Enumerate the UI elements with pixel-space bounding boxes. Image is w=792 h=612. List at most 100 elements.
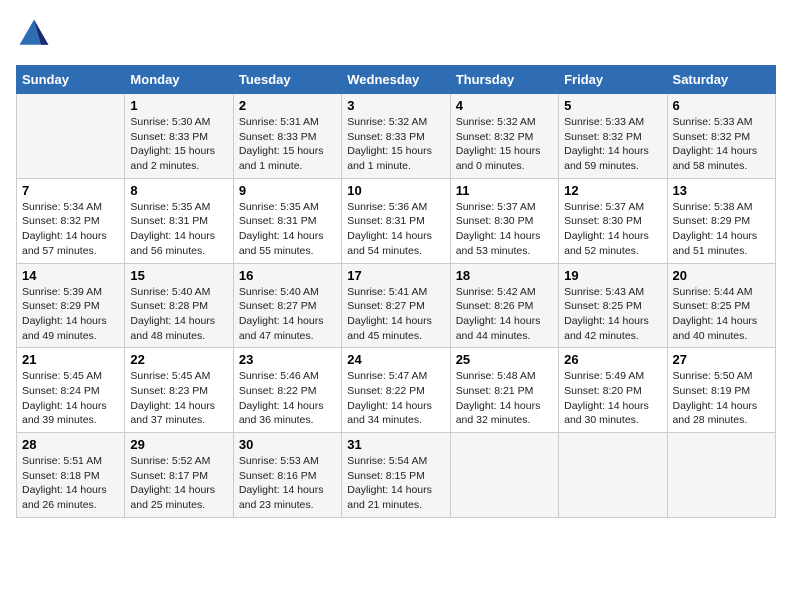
day-number: 23 [239, 352, 336, 367]
day-info: Sunrise: 5:45 AM Sunset: 8:24 PM Dayligh… [22, 369, 119, 428]
day-of-week-header: Saturday [667, 66, 775, 94]
calendar-week-row: 21 Sunrise: 5:45 AM Sunset: 8:24 PM Dayli… [17, 348, 776, 433]
day-number: 14 [22, 268, 119, 283]
day-number: 21 [22, 352, 119, 367]
calendar-cell: 18 Sunrise: 5:42 AM Sunset: 8:26 PM Dayli… [450, 263, 558, 348]
calendar-cell: 8 Sunrise: 5:35 AM Sunset: 8:31 PM Daylig… [125, 178, 233, 263]
calendar-cell: 20 Sunrise: 5:44 AM Sunset: 8:25 PM Dayli… [667, 263, 775, 348]
day-number: 29 [130, 437, 227, 452]
calendar-cell: 25 Sunrise: 5:48 AM Sunset: 8:21 PM Dayli… [450, 348, 558, 433]
calendar-cell [559, 433, 667, 518]
day-number: 6 [673, 98, 770, 113]
day-of-week-header: Monday [125, 66, 233, 94]
day-info: Sunrise: 5:43 AM Sunset: 8:25 PM Dayligh… [564, 285, 661, 344]
calendar-cell: 21 Sunrise: 5:45 AM Sunset: 8:24 PM Dayli… [17, 348, 125, 433]
day-number: 4 [456, 98, 553, 113]
day-number: 12 [564, 183, 661, 198]
day-of-week-header: Friday [559, 66, 667, 94]
calendar-cell: 1 Sunrise: 5:30 AM Sunset: 8:33 PM Daylig… [125, 94, 233, 179]
calendar-cell: 31Sunrise: 5:54 AM Sunset: 8:15 PM Dayli… [342, 433, 450, 518]
day-info: Sunrise: 5:36 AM Sunset: 8:31 PM Dayligh… [347, 200, 444, 259]
day-info: Sunrise: 5:38 AM Sunset: 8:29 PM Dayligh… [673, 200, 770, 259]
day-of-week-header: Tuesday [233, 66, 341, 94]
day-info: Sunrise: 5:35 AM Sunset: 8:31 PM Dayligh… [239, 200, 336, 259]
day-number: 1 [130, 98, 227, 113]
day-info: Sunrise: 5:50 AM Sunset: 8:19 PM Dayligh… [673, 369, 770, 428]
calendar-week-row: 7 Sunrise: 5:34 AM Sunset: 8:32 PM Daylig… [17, 178, 776, 263]
day-info: Sunrise: 5:51 AM Sunset: 8:18 PM Dayligh… [22, 454, 119, 513]
day-info: Sunrise: 5:49 AM Sunset: 8:20 PM Dayligh… [564, 369, 661, 428]
calendar-week-row: 14 Sunrise: 5:39 AM Sunset: 8:29 PM Dayli… [17, 263, 776, 348]
calendar-table: SundayMondayTuesdayWednesdayThursdayFrid… [16, 65, 776, 518]
day-of-week-header: Wednesday [342, 66, 450, 94]
day-number: 22 [130, 352, 227, 367]
day-info: Sunrise: 5:34 AM Sunset: 8:32 PM Dayligh… [22, 200, 119, 259]
calendar-cell: 12 Sunrise: 5:37 AM Sunset: 8:30 PM Dayli… [559, 178, 667, 263]
day-number: 9 [239, 183, 336, 198]
calendar-cell: 16 Sunrise: 5:40 AM Sunset: 8:27 PM Dayli… [233, 263, 341, 348]
calendar-cell: 3 Sunrise: 5:32 AM Sunset: 8:33 PM Daylig… [342, 94, 450, 179]
day-info: Sunrise: 5:44 AM Sunset: 8:25 PM Dayligh… [673, 285, 770, 344]
day-number: 3 [347, 98, 444, 113]
day-info: Sunrise: 5:35 AM Sunset: 8:31 PM Dayligh… [130, 200, 227, 259]
day-info: Sunrise: 5:37 AM Sunset: 8:30 PM Dayligh… [564, 200, 661, 259]
day-number: 27 [673, 352, 770, 367]
day-info: Sunrise: 5:39 AM Sunset: 8:29 PM Dayligh… [22, 285, 119, 344]
day-info: Sunrise: 5:40 AM Sunset: 8:27 PM Dayligh… [239, 285, 336, 344]
day-number: 15 [130, 268, 227, 283]
day-number: 10 [347, 183, 444, 198]
calendar-cell [450, 433, 558, 518]
day-info: Sunrise: 5:32 AM Sunset: 8:32 PM Dayligh… [456, 115, 553, 174]
day-info: Sunrise: 5:33 AM Sunset: 8:32 PM Dayligh… [564, 115, 661, 174]
header [16, 16, 776, 57]
day-number: 17 [347, 268, 444, 283]
calendar-cell: 6 Sunrise: 5:33 AM Sunset: 8:32 PM Daylig… [667, 94, 775, 179]
day-number: 8 [130, 183, 227, 198]
day-info: Sunrise: 5:54 AM Sunset: 8:15 PM Dayligh… [347, 454, 444, 513]
calendar-cell: 17 Sunrise: 5:41 AM Sunset: 8:27 PM Dayli… [342, 263, 450, 348]
calendar-cell: 14 Sunrise: 5:39 AM Sunset: 8:29 PM Dayli… [17, 263, 125, 348]
day-number: 18 [456, 268, 553, 283]
calendar-cell: 13Sunrise: 5:38 AM Sunset: 8:29 PM Dayli… [667, 178, 775, 263]
calendar-cell: 7 Sunrise: 5:34 AM Sunset: 8:32 PM Daylig… [17, 178, 125, 263]
day-info: Sunrise: 5:30 AM Sunset: 8:33 PM Dayligh… [130, 115, 227, 174]
calendar-cell: 22Sunrise: 5:45 AM Sunset: 8:23 PM Dayli… [125, 348, 233, 433]
day-info: Sunrise: 5:32 AM Sunset: 8:33 PM Dayligh… [347, 115, 444, 174]
calendar-cell: 15 Sunrise: 5:40 AM Sunset: 8:28 PM Dayli… [125, 263, 233, 348]
day-info: Sunrise: 5:48 AM Sunset: 8:21 PM Dayligh… [456, 369, 553, 428]
day-number: 24 [347, 352, 444, 367]
day-info: Sunrise: 5:53 AM Sunset: 8:16 PM Dayligh… [239, 454, 336, 513]
day-info: Sunrise: 5:52 AM Sunset: 8:17 PM Dayligh… [130, 454, 227, 513]
day-info: Sunrise: 5:42 AM Sunset: 8:26 PM Dayligh… [456, 285, 553, 344]
day-number: 26 [564, 352, 661, 367]
calendar-cell: 4 Sunrise: 5:32 AM Sunset: 8:32 PM Daylig… [450, 94, 558, 179]
day-number: 25 [456, 352, 553, 367]
calendar-cell [17, 94, 125, 179]
calendar-cell: 5 Sunrise: 5:33 AM Sunset: 8:32 PM Daylig… [559, 94, 667, 179]
day-info: Sunrise: 5:31 AM Sunset: 8:33 PM Dayligh… [239, 115, 336, 174]
day-number: 20 [673, 268, 770, 283]
day-number: 11 [456, 183, 553, 198]
day-number: 5 [564, 98, 661, 113]
calendar-cell: 2Sunrise: 5:31 AM Sunset: 8:33 PM Daylig… [233, 94, 341, 179]
day-info: Sunrise: 5:47 AM Sunset: 8:22 PM Dayligh… [347, 369, 444, 428]
day-info: Sunrise: 5:46 AM Sunset: 8:22 PM Dayligh… [239, 369, 336, 428]
logo [16, 16, 56, 57]
day-of-week-header: Thursday [450, 66, 558, 94]
day-number: 19 [564, 268, 661, 283]
day-number: 28 [22, 437, 119, 452]
calendar-cell: 24 Sunrise: 5:47 AM Sunset: 8:22 PM Dayli… [342, 348, 450, 433]
calendar-cell: 23 Sunrise: 5:46 AM Sunset: 8:22 PM Dayli… [233, 348, 341, 433]
calendar-week-row: 28 Sunrise: 5:51 AM Sunset: 8:18 PM Dayli… [17, 433, 776, 518]
calendar-cell: 19 Sunrise: 5:43 AM Sunset: 8:25 PM Dayli… [559, 263, 667, 348]
day-info: Sunrise: 5:33 AM Sunset: 8:32 PM Dayligh… [673, 115, 770, 174]
calendar-header-row: SundayMondayTuesdayWednesdayThursdayFrid… [17, 66, 776, 94]
day-info: Sunrise: 5:41 AM Sunset: 8:27 PM Dayligh… [347, 285, 444, 344]
day-number: 16 [239, 268, 336, 283]
calendar-cell: 28 Sunrise: 5:51 AM Sunset: 8:18 PM Dayli… [17, 433, 125, 518]
calendar-cell [667, 433, 775, 518]
day-info: Sunrise: 5:40 AM Sunset: 8:28 PM Dayligh… [130, 285, 227, 344]
logo-icon [16, 16, 52, 57]
calendar-cell: 9 Sunrise: 5:35 AM Sunset: 8:31 PM Daylig… [233, 178, 341, 263]
day-number: 7 [22, 183, 119, 198]
